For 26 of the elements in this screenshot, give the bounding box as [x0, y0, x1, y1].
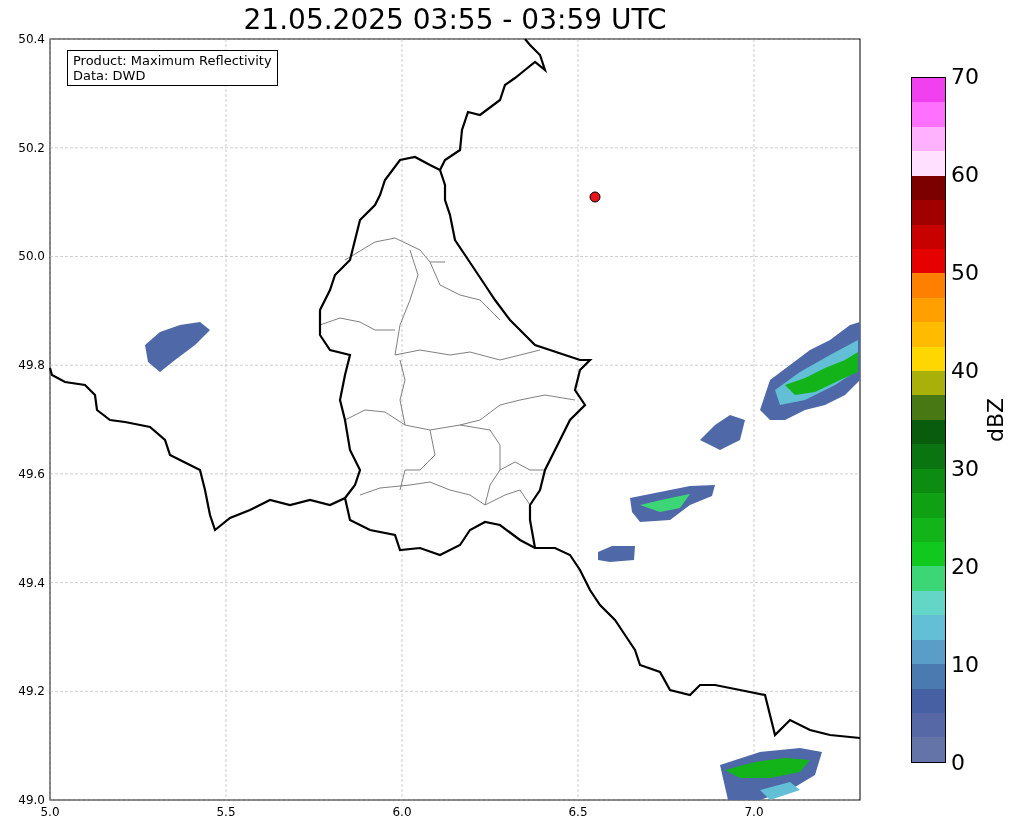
- colorbar-tick-label: 50: [951, 259, 979, 287]
- colorbar-tick-label: 30: [951, 455, 979, 483]
- x-tick-label: 6.5: [568, 805, 588, 819]
- x-tick-label: 5.5: [216, 805, 236, 819]
- y-tick-label: 49.8: [18, 358, 45, 373]
- info-text: Product: Maximum Reflectivity: [73, 53, 272, 68]
- info-text: Data: DWD: [73, 68, 147, 83]
- chart-title: 21.05.2025 03:55 - 03:59 UTC: [242, 2, 668, 38]
- y-tick-label: 49.0: [18, 792, 45, 807]
- colorbar-tick-label: 0: [951, 749, 966, 777]
- colorbar-tick-label: 10: [951, 651, 979, 679]
- y-tick-label: 50.0: [18, 249, 45, 264]
- x-tick-label: 6.0: [392, 805, 412, 819]
- colorbar-label: dBZ: [982, 397, 1009, 443]
- colorbar-tick-label: 60: [951, 161, 979, 189]
- y-tick-label: 50.2: [18, 140, 45, 155]
- x-tick-label: 5.0: [40, 805, 60, 819]
- x-tick-label: 7.0: [744, 805, 764, 819]
- colorbar-tick-label: 40: [951, 357, 979, 385]
- y-tick-label: 49.4: [18, 575, 45, 590]
- location-marker: [589, 191, 601, 203]
- colorbar-tick-label: 20: [951, 553, 979, 581]
- y-tick-label: 49.6: [18, 466, 45, 481]
- y-tick-label: 49.2: [18, 684, 45, 699]
- colorbar-tick-label: 70: [951, 63, 979, 91]
- y-tick-label: 50.4: [18, 32, 45, 46]
